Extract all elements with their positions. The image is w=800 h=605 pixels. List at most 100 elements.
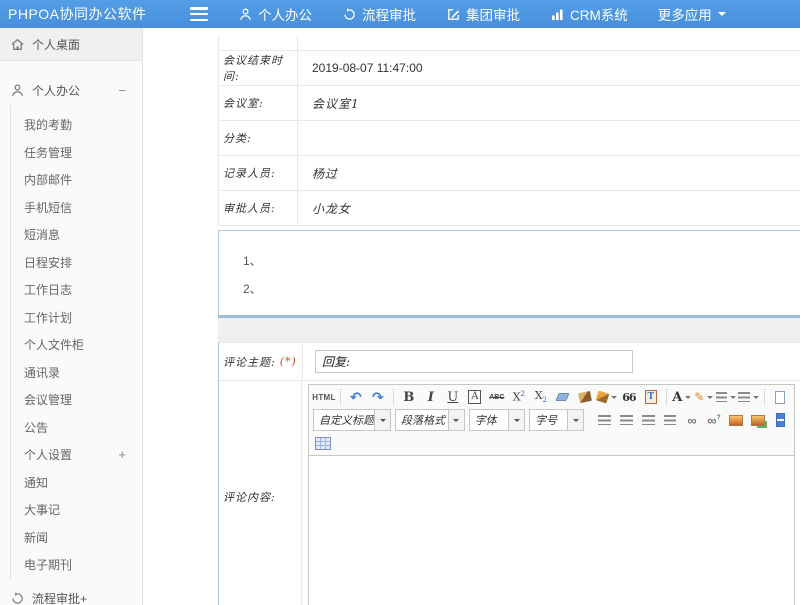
sidebar-section-workflow[interactable]: 流程审批 + (0, 583, 142, 605)
sidebar-item[interactable]: 会议管理 (11, 386, 142, 414)
align-left-icon[interactable] (594, 410, 614, 430)
caret-down-icon[interactable] (374, 410, 390, 430)
caret-down-icon[interactable] (448, 410, 464, 430)
font-family-select[interactable]: 字体 (469, 409, 525, 431)
ordered-list-icon[interactable] (716, 387, 737, 407)
collapse-icon[interactable]: − (118, 83, 126, 98)
nav-item-2[interactable]: 流程审批 (342, 4, 416, 24)
sidebar-item-label: 日程安排 (24, 254, 72, 271)
table-icon[interactable] (313, 433, 333, 453)
sidebar-item[interactable]: 手机短信 (11, 194, 142, 222)
new-document-icon[interactable] (770, 387, 790, 407)
separator (764, 389, 765, 405)
sidebar-item[interactable]: 个人文件柜 (11, 331, 142, 359)
sidebar-item[interactable]: 我的考勤 (11, 111, 142, 139)
sidebar-item[interactable]: 内部邮件 (11, 166, 142, 194)
html-source-button[interactable]: HTML (313, 387, 335, 407)
heading-select[interactable]: 自定义标题 (313, 409, 391, 431)
select-value: 段落格式 (396, 412, 448, 428)
sidebar-item[interactable]: 工作日志 (11, 276, 142, 304)
sidebar-item[interactable]: 大事记 (11, 496, 142, 524)
align-center-icon[interactable] (616, 410, 636, 430)
editor-content-area[interactable] (309, 455, 794, 605)
align-right-icon[interactable] (638, 410, 658, 430)
sidebar: 个人桌面 个人办公 − 我的考勤任务管理内部邮件手机短信短消息日程安排工作日志工… (0, 28, 143, 605)
undo-icon[interactable]: ↶ (346, 387, 366, 407)
superscript-icon[interactable]: X2 (509, 387, 529, 407)
select-value: 字体 (470, 412, 508, 428)
table-row (219, 35, 800, 51)
nav-item-1[interactable]: 个人办公 (238, 4, 312, 24)
paragraph-format-select[interactable]: 段落格式 (395, 409, 465, 431)
select-value: 字号 (530, 412, 567, 428)
font-size-select[interactable]: 字号 (529, 409, 584, 431)
format-painter-icon[interactable] (597, 387, 617, 407)
sidebar-item-label: 个人设置 (24, 446, 72, 463)
sidebar-item-label: 大事记 (24, 501, 60, 518)
nav-item-3[interactable]: 集团审批 (446, 4, 520, 24)
top-header: PHPOA协同办公软件 个人办公流程审批集团审批CRM系统更多应用 (0, 0, 800, 28)
edit-icon (446, 7, 461, 22)
insert-image-icon[interactable] (748, 410, 768, 430)
caret-down-icon[interactable] (730, 396, 736, 402)
sidebar-item[interactable]: 工作计划 (11, 304, 142, 332)
sidebar-item-label: 工作日志 (24, 281, 72, 298)
home-icon (10, 37, 25, 52)
comment-form-table: 评论主题: (*) 评论内容: HTML↶↷BIUAABCX2X266TA✎ 自… (218, 342, 800, 605)
sidebar-item[interactable]: 公告 (11, 414, 142, 442)
expand-icon[interactable]: + (118, 447, 126, 462)
image-icon[interactable] (726, 410, 746, 430)
blockquote-icon[interactable]: 66 (619, 387, 639, 407)
comment-subject-label: 评论主题: (223, 354, 276, 370)
nav-item-5[interactable]: 更多应用 (658, 4, 726, 24)
caret-down-icon[interactable] (753, 396, 759, 402)
align-justify-icon[interactable] (660, 410, 680, 430)
comment-subject-input[interactable] (315, 350, 633, 373)
subscript-icon[interactable]: X2 (531, 387, 551, 407)
caret-down-icon[interactable] (685, 396, 691, 402)
unlink-icon[interactable]: ∞? (704, 410, 724, 430)
sidebar-item[interactable]: 日程安排 (11, 249, 142, 277)
sidebar-section-label: 个人办公 (32, 82, 80, 99)
expand-icon[interactable]: + (80, 592, 87, 605)
sidebar-section-office[interactable]: 个人办公 − (0, 75, 142, 105)
value-cell (298, 35, 800, 50)
italic-icon[interactable]: I (421, 387, 441, 407)
caret-down-icon[interactable] (567, 410, 583, 430)
clean-format-icon[interactable] (575, 387, 595, 407)
sidebar-item[interactable]: 通知 (11, 469, 142, 497)
sidebar-item[interactable]: 短消息 (11, 221, 142, 249)
bold-icon[interactable]: B (399, 387, 419, 407)
sidebar-item[interactable]: 任务管理 (11, 139, 142, 167)
paste-text-icon[interactable]: T (641, 387, 661, 407)
sidebar-item-desktop[interactable]: 个人桌面 (0, 28, 142, 61)
caret-down-icon[interactable] (707, 396, 713, 402)
comment-content-label: 评论内容: (223, 489, 276, 505)
sidebar-item[interactable]: 电子期刊 (11, 551, 142, 579)
sidebar-item[interactable]: 通讯录 (11, 359, 142, 387)
sidebar-item[interactable]: 个人设置 + (11, 441, 142, 469)
font-box-icon[interactable]: A (465, 387, 485, 407)
history-icon (342, 7, 357, 22)
eraser-icon[interactable] (553, 387, 573, 407)
underline-icon[interactable]: U (443, 387, 463, 407)
redo-icon[interactable]: ↷ (368, 387, 388, 407)
media-icon[interactable] (770, 410, 790, 430)
note-line: 2、 (243, 275, 800, 303)
separator (666, 389, 667, 405)
highlight-color-icon[interactable]: ✎ (694, 387, 714, 407)
hamburger-icon[interactable] (190, 7, 208, 21)
editor-toolbar: HTML↶↷BIUAABCX2X266TA✎ 自定义标题段落格式字体字号∞∞? (309, 385, 794, 455)
link-icon[interactable]: ∞ (682, 410, 702, 430)
font-color-icon[interactable]: A (672, 387, 692, 407)
nav-item-4[interactable]: CRM系统 (550, 4, 628, 24)
table-row: 审批人员:小龙女 (219, 191, 800, 226)
caret-down-icon[interactable] (508, 410, 524, 430)
caret-down-icon[interactable] (611, 396, 617, 402)
field-label: 会议结束时间: (219, 51, 298, 85)
sidebar-item-label: 我的考勤 (24, 116, 72, 133)
strikethrough-icon[interactable]: ABC (487, 387, 507, 407)
unordered-list-icon[interactable] (738, 387, 759, 407)
sidebar-item[interactable]: 新闻 (11, 524, 142, 552)
nav-item-label: 集团审批 (466, 4, 520, 24)
